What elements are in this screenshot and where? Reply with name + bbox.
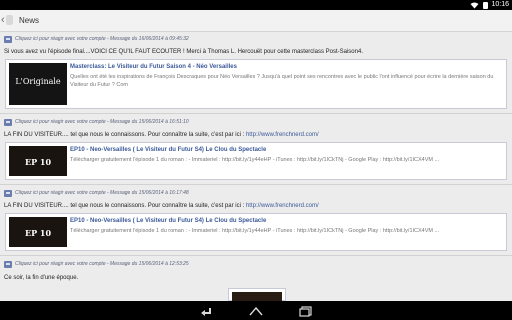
news-post: Cliquez ici pour réagir avec votre compt… bbox=[0, 187, 512, 256]
thumbnail-text: EP 10 bbox=[24, 157, 52, 167]
back-icon[interactable] bbox=[198, 304, 214, 316]
preview-thumbnail: L'Originale bbox=[9, 63, 67, 105]
preview-thumbnail: EP 10 bbox=[9, 146, 67, 176]
news-post: Cliquez ici pour réagir avec votre compt… bbox=[0, 258, 512, 283]
post-meta-text[interactable]: Cliquez ici pour réagir avec votre compt… bbox=[15, 260, 189, 268]
post-meta-text[interactable]: Cliquez ici pour réagir avec votre compt… bbox=[15, 189, 189, 197]
comment-icon bbox=[4, 261, 12, 268]
home-icon[interactable] bbox=[248, 304, 264, 316]
status-bar: 10:16 bbox=[0, 0, 512, 10]
link-preview-card[interactable]: L'Originale Masterclass: Le Visiteur du … bbox=[5, 59, 507, 109]
post-text: Si vous avez vu l'épisode final....VOICI… bbox=[4, 49, 363, 55]
recents-icon[interactable] bbox=[298, 304, 314, 317]
page-title: News bbox=[19, 16, 40, 25]
post-meta[interactable]: Cliquez ici pour réagir avec votre compt… bbox=[0, 258, 512, 271]
thumbnail-text: EP 10 bbox=[24, 228, 52, 238]
card-title[interactable]: Masterclass: Le Visiteur du Futur Saison… bbox=[70, 63, 237, 71]
card-description: Quelles ont été les inspirations de Fran… bbox=[70, 74, 494, 88]
news-post: Cliquez ici pour réagir avec votre compt… bbox=[0, 33, 512, 114]
card-description: Télécharger gratuitement l'épisode 1 du … bbox=[70, 228, 440, 234]
news-post: Cliquez ici pour réagir avec votre compt… bbox=[0, 116, 512, 185]
back-arrow-icon[interactable]: ‹ bbox=[1, 13, 5, 27]
post-link[interactable]: http://www.frenchnerd.com/ bbox=[246, 203, 319, 209]
preview-thumbnail: EP 10 bbox=[9, 217, 67, 247]
post-link[interactable]: http://www.frenchnerd.com/ bbox=[246, 132, 319, 138]
link-preview-card[interactable] bbox=[228, 288, 286, 302]
post-meta[interactable]: Cliquez ici pour réagir avec votre compt… bbox=[0, 33, 512, 46]
divider bbox=[0, 184, 512, 185]
comment-icon bbox=[4, 119, 12, 126]
news-feed[interactable]: Cliquez ici pour réagir avec votre compt… bbox=[0, 33, 512, 301]
app-icon[interactable] bbox=[6, 15, 13, 25]
comment-icon bbox=[4, 36, 12, 43]
action-bar: ‹ News bbox=[0, 10, 512, 32]
card-title[interactable]: EP10 - Neo-Versailles ( Le Visiteur du F… bbox=[70, 146, 266, 154]
link-preview-card[interactable]: EP 10 EP10 - Neo-Versailles ( Le Visiteu… bbox=[5, 213, 507, 251]
wifi-icon bbox=[470, 2, 479, 9]
thumbnail-text: L'Originale bbox=[15, 77, 61, 86]
post-text-body: LA FIN DU VISITEUR.... tel que nous le c… bbox=[4, 132, 245, 138]
post-meta-text[interactable]: Cliquez ici pour réagir avec votre compt… bbox=[15, 35, 189, 43]
battery-icon bbox=[483, 2, 488, 9]
post-meta[interactable]: Cliquez ici pour réagir avec votre compt… bbox=[0, 116, 512, 129]
divider bbox=[0, 255, 512, 256]
post-text: LA FIN DU VISITEUR.... tel que nous le c… bbox=[0, 131, 512, 140]
post-meta-text[interactable]: Cliquez ici pour réagir avec votre compt… bbox=[15, 118, 189, 126]
card-description: Télécharger gratuitement l'épisode 1 du … bbox=[70, 157, 440, 163]
divider bbox=[0, 113, 512, 114]
post-meta[interactable]: Cliquez ici pour réagir avec votre compt… bbox=[0, 187, 512, 200]
clock: 10:16 bbox=[491, 1, 509, 8]
card-title[interactable]: EP10 - Neo-Versailles ( Le Visiteur du F… bbox=[70, 217, 266, 225]
comment-icon bbox=[4, 190, 12, 197]
post-text: LA FIN DU VISITEUR.... tel que nous le c… bbox=[0, 202, 512, 211]
link-preview-card[interactable]: EP 10 EP10 - Neo-Versailles ( Le Visiteu… bbox=[5, 142, 507, 180]
post-text: Ce soir, la fin d'une époque. bbox=[4, 275, 79, 281]
post-text-body: LA FIN DU VISITEUR.... tel que nous le c… bbox=[4, 203, 245, 209]
navigation-bar bbox=[0, 301, 512, 320]
